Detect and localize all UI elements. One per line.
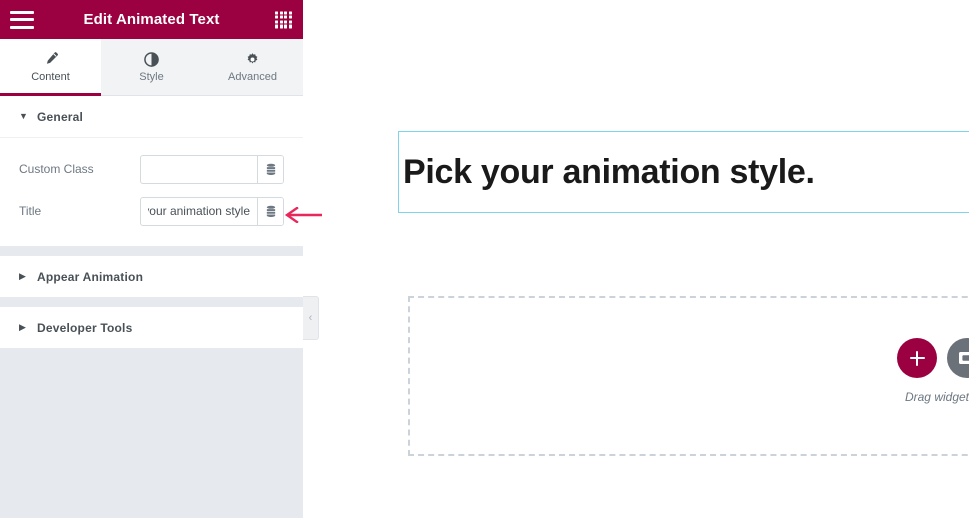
panel-collapse-handle[interactable]: ‹ [303,296,319,340]
tab-advanced-label: Advanced [228,71,277,83]
title-input[interactable] [141,197,257,225]
database-stack-icon[interactable] [257,155,283,183]
custom-class-label: Custom Class [19,162,94,176]
caret-right-icon: ▶ [19,271,26,281]
title-input-group [140,196,284,226]
widgets-grid-icon[interactable] [275,11,292,28]
section-developer-tools-header[interactable]: ▶ Developer Tools [0,307,303,348]
custom-class-input[interactable] [141,155,257,183]
half-circle-icon [144,51,160,67]
section-developer-tools: ▶ Developer Tools [0,307,303,349]
title-label: Title [19,204,42,218]
caret-right-icon: ▶ [19,322,26,332]
database-stack-icon[interactable] [257,197,283,225]
section-general-title: General [37,109,84,124]
section-appear-animation-header[interactable]: ▶ Appear Animation [0,256,303,297]
dropzone-buttons [897,338,969,378]
panel-tabs: Content Style Advanced [0,39,303,96]
section-appear-animation: ▶ Appear Animation [0,256,303,298]
add-template-button[interactable] [947,338,969,378]
add-widget-button[interactable] [897,338,937,378]
pencil-icon [43,51,59,67]
tab-advanced[interactable]: Advanced [202,39,303,95]
tab-content-label: Content [31,71,70,83]
heading-text: Pick your animation style. [403,152,815,191]
section-appear-animation-title: Appear Animation [37,269,144,284]
caret-down-icon: ▼ [19,111,28,121]
control-title: Title [19,194,284,228]
editor-panel: Edit Animated Text Content Style Advance… [0,0,303,518]
widget-dropzone[interactable]: Drag widget h [408,296,969,456]
panel-header: Edit Animated Text [0,0,303,39]
tab-style[interactable]: Style [101,39,202,95]
folder-template-icon [959,352,969,364]
plus-icon [910,351,925,366]
chevron-left-icon: ‹ [308,312,313,324]
section-developer-tools-title: Developer Tools [37,320,133,335]
page-canvas: Pick your animation style. Drag widget h [303,0,969,518]
tab-content[interactable]: Content [0,39,101,96]
section-general-body: Custom Class Title Pick your animation s… [0,137,303,246]
heading-widget[interactable]: Pick your animation style. [398,131,969,213]
editor-screen: Edit Animated Text Content Style Advance… [0,0,969,518]
section-general: ▼ General Custom Class Title Pick your a… [0,96,303,247]
gear-icon [245,51,261,67]
panel-sections: ▼ General Custom Class Title Pick your a… [0,96,303,349]
tab-style-label: Style [139,71,164,83]
section-general-header[interactable]: ▼ General [0,96,303,137]
dropzone-hint-text: Drag widget h [904,390,969,404]
control-custom-class: Custom Class [19,152,284,186]
dropzone-content: Drag widget h [897,338,969,404]
hamburger-icon[interactable] [10,10,34,29]
custom-class-input-group [140,154,284,184]
panel-title: Edit Animated Text [83,11,220,28]
